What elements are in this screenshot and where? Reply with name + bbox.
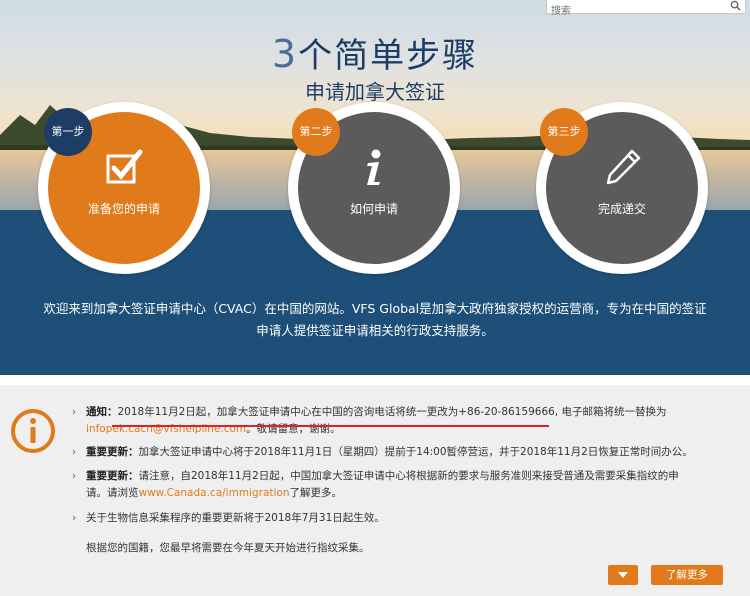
news-item-2: › 重要更新：加拿大签证申请中心将于2018年11月1日（星期四）提前于14:0…: [72, 444, 732, 462]
pencil-icon: [606, 149, 641, 185]
title-text: 个简单步骤: [298, 36, 479, 76]
chevron-right-icon: ›: [72, 470, 77, 482]
checkbox-icon: [106, 149, 143, 184]
news-item-3-tag: 重要更新：: [86, 470, 139, 482]
chevron-right-icon: ›: [72, 406, 77, 418]
search-icon[interactable]: [730, 0, 741, 11]
news-item-2-text: 加拿大签证申请中心将于2018年11月1日（星期四）提前于14:00暂停营运，并…: [138, 446, 693, 458]
step-3-label: 完成递交: [597, 202, 646, 216]
welcome-text: 欢迎来到加拿大签证申请中心（CVAC）在中国的网站。VFS Global是加拿大…: [28, 298, 722, 342]
news-item-4-text: 关于生物信息采集程序的重要更新将于2018年7月31日起生效。: [86, 512, 385, 524]
hero-banner: 3个简单步骤 申请加拿大签证 准备您的申请 第一步 如何申请 第二步: [0, 0, 750, 375]
news-item-1-tag: 通知：: [86, 406, 118, 418]
page-subtitle: 申请加拿大签证: [305, 80, 445, 104]
welcome-line-2: 申请人提供签证申请相关的行政支持服务。: [256, 323, 494, 338]
search-box[interactable]: [546, 0, 746, 18]
caret-down-icon: [618, 572, 628, 578]
chevron-right-icon: ›: [72, 446, 77, 458]
info-icon: [11, 409, 55, 453]
news-item-4: › 关于生物信息采集程序的重要更新将于2018年7月31日起生效。: [72, 510, 732, 528]
expand-button[interactable]: [608, 565, 638, 585]
info-i-icon: [367, 149, 381, 185]
page-title: 3个简单步骤: [0, 28, 750, 77]
news-item-3-text-3: 了解更多。: [289, 487, 343, 499]
step-3-badge: 第三步: [540, 108, 588, 156]
news-item-2-tag: 重要更新：: [86, 446, 139, 458]
learn-more-button[interactable]: 了解更多: [651, 565, 723, 585]
title-number: 3: [271, 32, 299, 76]
step-2-badge: 第二步: [292, 108, 340, 156]
welcome-line-1: 欢迎来到加拿大签证申请中心（CVAC）在中国的网站。VFS Global是加拿大…: [43, 301, 707, 316]
news-item-3-text-2: 请。请浏览: [86, 487, 139, 499]
search-input[interactable]: [547, 5, 721, 18]
red-underline: [112, 425, 549, 427]
chevron-right-icon: ›: [72, 512, 77, 524]
news-item-1-text: 2018年11月2日起，加拿大签证申请中心在中国的咨询电话将统一更改为+86-2…: [117, 406, 667, 418]
news-item-3: › 重要更新：请注意，自2018年11月2日起，中国加拿大签证申请中心将根据新的…: [72, 468, 732, 504]
news-item-1: › 通知：2018年11月2日起，加拿大签证申请中心在中国的咨询电话将统一更改为…: [72, 404, 732, 440]
step-1-label: 准备您的申请: [87, 202, 160, 216]
news-footer-text: 根据您的国籍，您最早将需要在今年夏天开始进行指纹采集。: [86, 542, 370, 554]
step-1-badge: 第一步: [44, 108, 92, 156]
canada-link[interactable]: www.Canada.ca/immigration: [139, 487, 290, 499]
news-item-3-text: 请注意，自2018年11月2日起，中国加拿大签证申请中心将根据新的要求与服务准则…: [138, 470, 679, 482]
step-2-label: 如何申请: [349, 202, 398, 216]
